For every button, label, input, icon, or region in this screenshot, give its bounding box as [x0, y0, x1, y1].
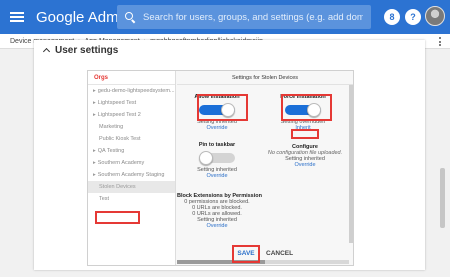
- configure-override-link[interactable]: Override: [265, 162, 345, 168]
- configure-setting: Configure No configuration file uploaded…: [265, 144, 345, 168]
- highlight-allow-installation-toggle: [197, 94, 248, 121]
- expand-arrow-icon[interactable]: ▸: [93, 160, 96, 166]
- org-item-selected[interactable]: Stolen Devices: [88, 181, 175, 193]
- org-item[interactable]: ▸ QA Testing: [88, 145, 175, 157]
- expand-arrow-icon[interactable]: ▸: [93, 148, 96, 154]
- search-bar[interactable]: [117, 5, 371, 29]
- orgs-column: Orgs ▸ gedu-demo-lightspeedsystem... ▸ Lig…: [88, 71, 176, 265]
- pin-to-taskbar-override-link[interactable]: Override: [187, 173, 247, 179]
- vertical-scrollbar[interactable]: [349, 85, 353, 243]
- hamburger-menu-icon[interactable]: [10, 10, 24, 24]
- page-title: User settings: [55, 45, 119, 56]
- highlight-inherit-link: [291, 129, 319, 139]
- pin-to-taskbar-label: Pin to taskbar: [198, 142, 236, 148]
- highlight-stolen-devices: [95, 211, 140, 224]
- apps-badge-icon[interactable]: 8: [384, 9, 400, 25]
- expand-arrow-icon[interactable]: ▸: [93, 112, 96, 118]
- orgs-header: Orgs: [88, 71, 175, 85]
- avatar[interactable]: [425, 6, 445, 26]
- expand-arrow-icon[interactable]: ▸: [93, 172, 96, 178]
- pin-to-taskbar-toggle[interactable]: [199, 151, 235, 165]
- search-input[interactable]: [143, 11, 363, 23]
- search-icon[interactable]: [125, 12, 135, 22]
- help-icon[interactable]: ?: [405, 9, 421, 25]
- page-scrollbar[interactable]: [440, 168, 445, 228]
- more-vert-icon[interactable]: [439, 37, 442, 46]
- block-extensions-setting: Block Extensions by Permission 0 permiss…: [177, 193, 262, 229]
- save-button[interactable]: SAVE: [236, 249, 256, 259]
- org-item[interactable]: Public Kiosk Test: [88, 133, 175, 145]
- expand-arrow-icon[interactable]: ▸: [93, 88, 96, 94]
- allow-installation-override-link[interactable]: Override: [187, 125, 247, 131]
- expand-arrow-icon[interactable]: ▸: [93, 100, 96, 106]
- org-item[interactable]: ▸ Southern Academy: [88, 157, 175, 169]
- org-item[interactable]: ▸ Lightspeed Test 2: [88, 109, 175, 121]
- block-extensions-override-link[interactable]: Override: [177, 223, 257, 229]
- top-app-bar: Google Admin 8 ?: [0, 0, 450, 34]
- org-item[interactable]: Test: [88, 193, 175, 205]
- settings-header: Settings for Stolen Devices: [177, 71, 353, 85]
- brand-google: Google: [36, 8, 85, 26]
- pin-to-taskbar-setting: Pin to taskbar Setting inherited Overrid…: [187, 142, 247, 179]
- org-item[interactable]: ▸ gedu-demo-lightspeedsystem...: [88, 85, 175, 97]
- chevron-up-icon[interactable]: [42, 47, 51, 56]
- user-settings-header[interactable]: User settings: [42, 45, 119, 56]
- org-item[interactable]: ▸ Lightspeed Test: [88, 97, 175, 109]
- org-item[interactable]: ▸ Southern Academy Staging: [88, 169, 175, 181]
- horizontal-scrollbar[interactable]: [177, 260, 349, 264]
- org-item[interactable]: Marketing: [88, 121, 175, 133]
- highlight-force-installation-toggle: [281, 94, 332, 121]
- cancel-button[interactable]: CANCEL: [266, 249, 293, 259]
